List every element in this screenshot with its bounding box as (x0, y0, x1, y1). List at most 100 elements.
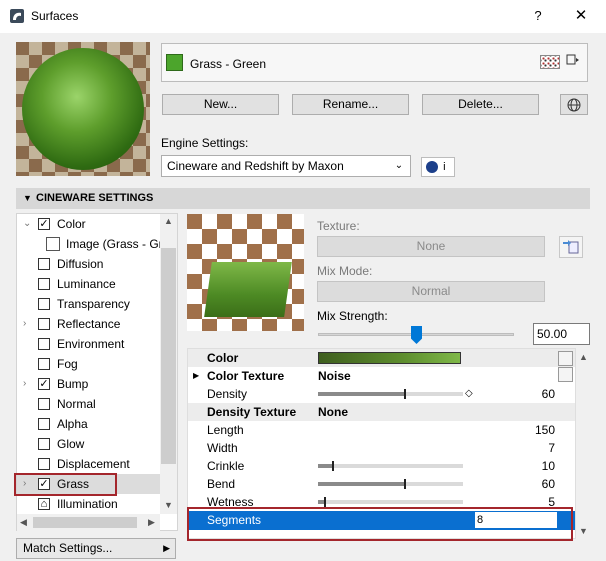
bend-value[interactable]: 60 (542, 475, 555, 493)
table-row[interactable]: Crinkle 10 (188, 457, 575, 475)
list-item[interactable]: Displacement (17, 454, 160, 474)
table-row[interactable]: Width 7 (188, 439, 575, 457)
list-item-label: Diffusion (57, 257, 104, 271)
crinkle-label: Crinkle (207, 459, 245, 473)
mix-strength-label: Mix Strength: (317, 309, 388, 323)
list-item-label: Environment (57, 337, 125, 351)
channel-checkbox[interactable] (38, 318, 50, 330)
texture-label: Texture: (317, 219, 360, 233)
channel-checkbox[interactable]: ✓ (38, 378, 50, 390)
width-value[interactable]: 7 (548, 439, 555, 457)
table-row[interactable]: Color (188, 349, 575, 367)
list-item[interactable]: Image (Grass - Gre (17, 234, 169, 254)
texture-browse-icon[interactable] (559, 236, 583, 258)
vectorial-hatch-menu-icon[interactable] (564, 53, 582, 71)
new-button[interactable]: New... (162, 94, 279, 115)
list-item[interactable]: Glow (17, 434, 160, 454)
color-texture-label: Color Texture (207, 369, 285, 383)
match-settings-button[interactable]: Match Settings... ▶ (16, 538, 176, 559)
channel-checkbox[interactable] (38, 398, 50, 410)
channel-checkbox[interactable] (38, 358, 50, 370)
engine-settings-label: Engine Settings: (161, 136, 249, 150)
list-item[interactable]: Environment (17, 334, 160, 354)
surface-preview (16, 42, 150, 176)
list-item-label: Image (Grass - Gre (66, 237, 170, 251)
properties-scrollbar[interactable]: ▲ ▼ (576, 348, 590, 539)
surface-name: Grass - Green (190, 57, 267, 71)
list-item[interactable]: Fog (17, 354, 160, 374)
keyframe-icon[interactable]: ◇ (465, 385, 473, 403)
channel-checkbox[interactable] (38, 418, 50, 430)
texture-field[interactable]: None (317, 236, 545, 257)
scroll-left-icon: ◀ (20, 517, 27, 527)
list-item-label: Transparency (57, 297, 130, 311)
scroll-up-icon: ▲ (164, 216, 173, 226)
channel-checkbox[interactable] (38, 298, 50, 310)
grass-patch-preview (204, 262, 292, 317)
channel-list-scroll-thumb[interactable] (161, 248, 176, 464)
close-button[interactable]: ✕ (569, 6, 593, 26)
chevron-down-icon[interactable]: ⌄ (23, 214, 33, 234)
engine-selected-value: Cineware and Redshift by Maxon (167, 159, 344, 173)
mix-strength-slider-thumb[interactable] (411, 326, 422, 344)
list-item[interactable]: Alpha (17, 414, 160, 434)
globe-icon (567, 98, 581, 112)
channel-checkbox[interactable] (38, 438, 50, 450)
globe-button[interactable] (560, 94, 588, 115)
delete-button[interactable]: Delete... (422, 94, 539, 115)
cinema4d-info-button[interactable]: i (421, 157, 455, 177)
channel-checkbox[interactable] (38, 458, 50, 470)
section-title: CINEWARE SETTINGS (36, 192, 154, 204)
list-item[interactable]: Normal (17, 394, 160, 414)
list-item[interactable]: ⌄ ✓ Color (17, 214, 160, 234)
width-label: Width (207, 441, 238, 455)
expand-arrow-icon[interactable]: ▶ (193, 367, 199, 385)
list-item-label: Alpha (57, 417, 88, 431)
color-texture-value: Noise (318, 369, 351, 383)
bend-bar[interactable] (318, 479, 463, 489)
density-value[interactable]: 60 (542, 385, 555, 403)
chevron-right-icon[interactable]: › (23, 314, 33, 334)
list-item[interactable]: Transparency (17, 294, 160, 314)
list-item-label: Normal (57, 397, 96, 411)
rename-button[interactable]: Rename... (292, 94, 409, 115)
cinema4d-icon (426, 161, 438, 173)
list-item-label: Reflectance (57, 317, 121, 331)
match-settings-label: Match Settings... (23, 541, 113, 555)
crinkle-bar[interactable] (318, 461, 463, 471)
channel-checkbox[interactable] (38, 258, 50, 270)
engine-settings-dropdown[interactable]: Cineware and Redshift by Maxon ⌄ (161, 155, 411, 177)
color-texture-link-icon[interactable] (558, 367, 573, 382)
bend-label: Bend (207, 477, 236, 491)
chevron-right-icon[interactable]: › (23, 374, 33, 394)
help-button[interactable]: ? (526, 6, 550, 26)
mix-mode-dropdown[interactable]: Normal (317, 281, 545, 302)
list-item-label: Glow (57, 437, 85, 451)
crinkle-value[interactable]: 10 (542, 457, 555, 475)
list-item[interactable]: › ✓ Bump (17, 374, 160, 394)
list-item[interactable]: ⌂ Illumination (17, 494, 160, 514)
table-row[interactable]: Density Texture None (188, 403, 575, 421)
length-value[interactable]: 150 (535, 421, 555, 439)
color-gradient-strip[interactable] (318, 352, 461, 364)
wetness-bar[interactable] (318, 497, 463, 507)
channel-list-hscroll-thumb[interactable] (33, 517, 137, 528)
list-item[interactable]: Luminance (17, 274, 160, 294)
image-icon (46, 237, 60, 251)
list-item[interactable]: Diffusion (17, 254, 160, 274)
table-row[interactable]: ▶ Color Texture Noise (188, 367, 575, 385)
channel-checkbox[interactable] (38, 278, 50, 290)
density-bar[interactable] (318, 389, 463, 399)
scroll-down-icon: ▼ (164, 500, 173, 510)
color-texture-browse-icon[interactable] (558, 351, 573, 366)
table-row[interactable]: Density ◇ 60 (188, 385, 575, 403)
fill-pattern-icon[interactable] (540, 55, 560, 69)
channel-checkbox[interactable] (38, 338, 50, 350)
table-row[interactable]: Length 150 (188, 421, 575, 439)
lock-icon: ⌂ (38, 498, 50, 510)
list-item-label: Illumination (57, 497, 118, 511)
channel-checkbox[interactable]: ✓ (38, 218, 50, 230)
list-item[interactable]: › Reflectance (17, 314, 160, 334)
table-row[interactable]: Bend 60 (188, 475, 575, 493)
mix-strength-input[interactable]: 50.00 (533, 323, 590, 345)
